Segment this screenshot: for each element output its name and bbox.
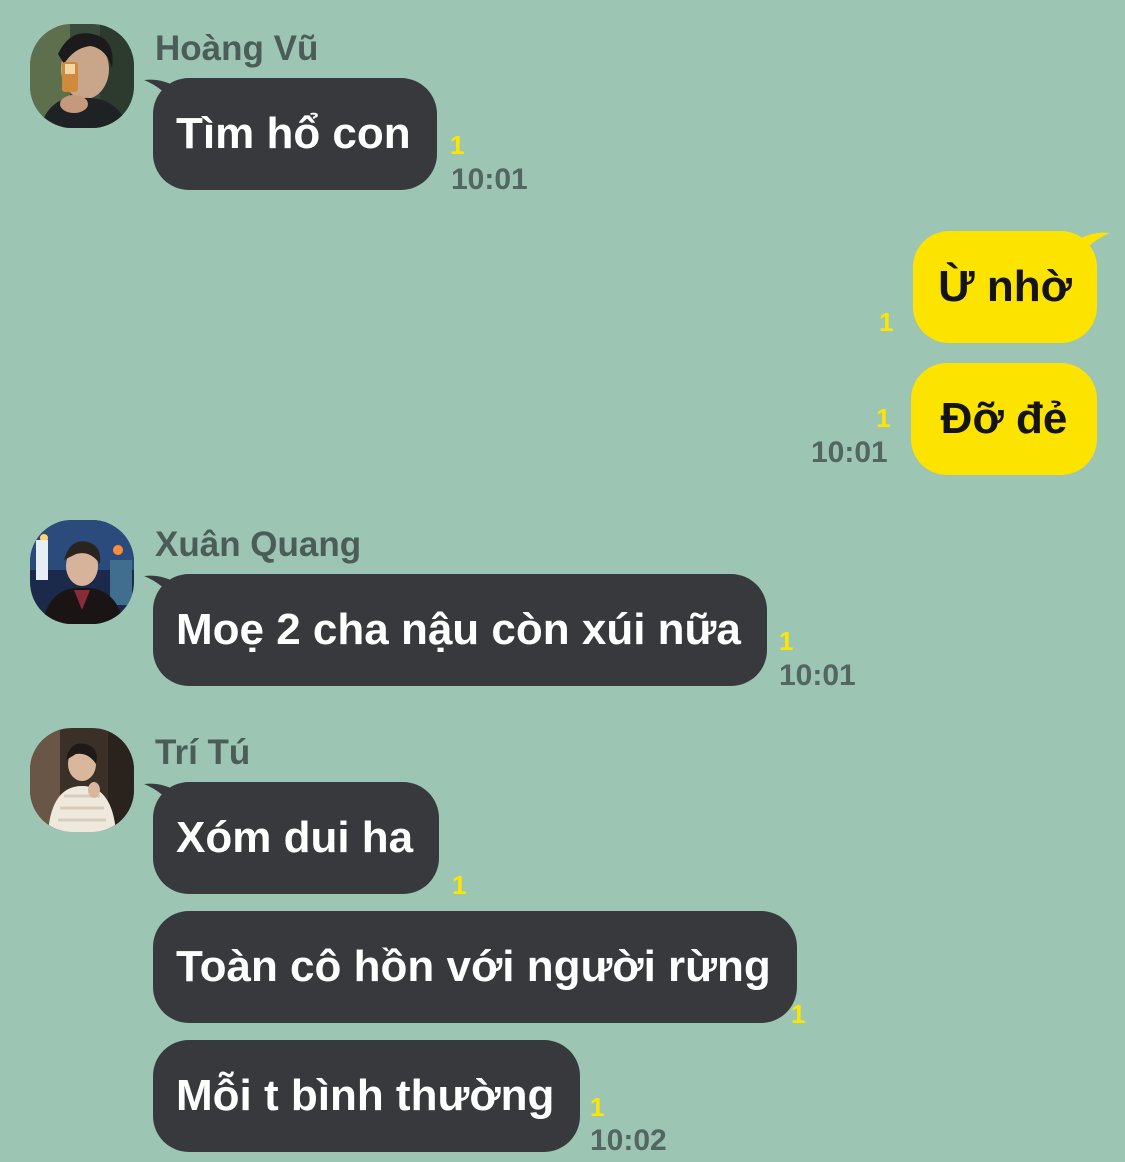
unread-count: 1 xyxy=(450,130,465,160)
unread-count: 1 xyxy=(879,307,894,337)
message-time: 10:01 xyxy=(451,163,528,196)
unread-count: 1 xyxy=(876,403,891,433)
my-message-bubble[interactable]: Ừ nhờ xyxy=(913,231,1097,343)
avatar-photo-xuan-quang xyxy=(30,520,134,624)
bubble-tail xyxy=(1076,231,1110,261)
sender-name: Hoàng Vũ xyxy=(155,29,319,68)
unread-count: 1 xyxy=(791,999,806,1029)
avatar-xuan-quang[interactable] xyxy=(30,520,134,624)
message-bubble[interactable]: Xóm dui ha xyxy=(153,782,440,894)
unread-count: 1 xyxy=(452,870,467,900)
message-bubble[interactable]: Tìm hổ con xyxy=(153,78,437,190)
avatar-photo-hoang-vu xyxy=(30,24,134,128)
unread-count: 1 xyxy=(590,1092,605,1122)
message-time: 10:01 xyxy=(779,659,856,692)
message-time: 10:02 xyxy=(590,1124,667,1157)
message-bubble[interactable]: Moẹ 2 cha nậu còn xúi nữa xyxy=(153,574,767,686)
message-time: 10:01 xyxy=(811,436,888,469)
message-bubble[interactable]: Toàn cô hồn với người rừng xyxy=(153,911,797,1023)
sender-name: Trí Tú xyxy=(155,733,251,772)
avatar-hoang-vu[interactable] xyxy=(30,24,134,128)
avatar-tri-tu[interactable] xyxy=(30,728,134,832)
avatar-photo-tri-tu xyxy=(30,728,134,832)
my-message-bubble[interactable]: Đỡ đẻ xyxy=(911,363,1097,475)
message-bubble[interactable]: Mỗi t bình thường xyxy=(153,1040,581,1152)
unread-count: 1 xyxy=(779,626,794,656)
sender-name: Xuân Quang xyxy=(155,525,362,564)
